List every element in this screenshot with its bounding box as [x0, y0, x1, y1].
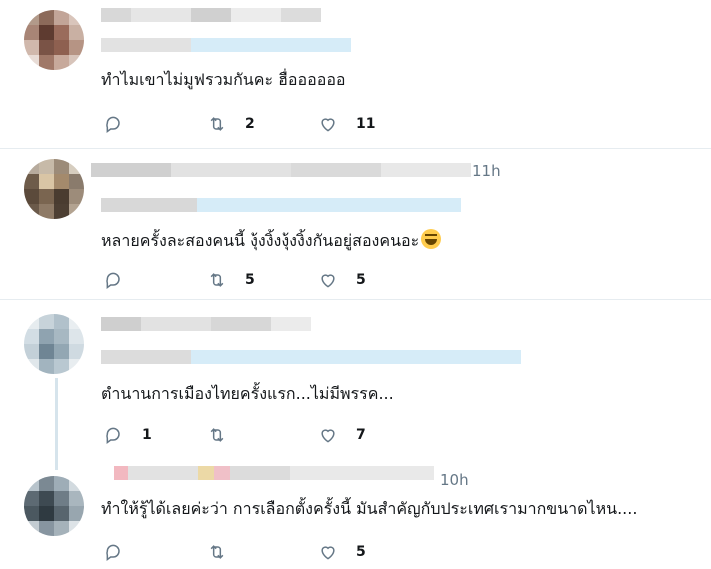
grinning-squinting-face-icon [421, 229, 442, 249]
retweet-button[interactable]: 2 [207, 113, 255, 135]
avatar[interactable] [24, 159, 84, 219]
heart-icon [321, 429, 335, 443]
blurred-username [91, 163, 471, 177]
blurred-username [114, 466, 434, 480]
reply-button[interactable] [104, 541, 124, 563]
like-button[interactable]: 11 [318, 113, 375, 135]
like-button[interactable]: 7 [318, 424, 366, 446]
blurred-reply-to [101, 198, 461, 212]
retweet-icon [210, 428, 224, 442]
heart-icon [321, 274, 335, 288]
retweet-icon [210, 545, 224, 559]
retweet-count: 2 [245, 116, 255, 132]
like-button[interactable]: 5 [318, 269, 366, 291]
tweet-time[interactable]: 10h [440, 471, 469, 489]
tweet-text: ตำนานการเมืองไทยครั้งแรก...ไม่มีพรรค... [101, 384, 394, 403]
reply-icon [106, 544, 120, 561]
like-count: 5 [356, 272, 366, 288]
tweet-1[interactable]: ทำไมเขาไม่มูฟรวมกันคะ ฮื่ออออออ 2 11 [0, 0, 711, 148]
retweet-icon [210, 117, 224, 131]
tweet-2[interactable]: 11h หลายครั้งละสองคนนี้ งุ้งงิ้งงุ้งงิ้ง… [0, 149, 711, 299]
retweet-button[interactable]: 5 [207, 269, 255, 291]
tweet-actions: 1 7 [104, 424, 404, 446]
avatar[interactable] [24, 314, 84, 374]
like-count: 5 [356, 544, 366, 560]
tweet-actions: 5 [104, 541, 404, 563]
like-button[interactable]: 5 [318, 541, 366, 563]
heart-icon [321, 118, 335, 132]
blurred-reply-to [101, 350, 521, 364]
avatar[interactable] [24, 10, 84, 70]
tweet-4[interactable]: 10h ทำให้รู้ได้เลยค่ะว่า การเลือกตั้งครั… [0, 458, 711, 569]
thread-connector [55, 378, 58, 470]
reply-icon [106, 272, 120, 289]
reply-icon [106, 116, 120, 133]
retweet-button[interactable] [207, 424, 227, 446]
reply-icon [106, 427, 120, 444]
tweet-3[interactable]: ตำนานการเมืองไทยครั้งแรก...ไม่มีพรรค... … [0, 300, 711, 470]
tweet-text: หลายครั้งละสองคนนี้ งุ้งงิ้งงุ้งงิ้งกันอ… [101, 229, 442, 251]
like-count: 7 [356, 427, 366, 443]
retweet-button[interactable] [207, 541, 227, 563]
blurred-reply-to [101, 38, 351, 52]
heart-icon [321, 546, 335, 560]
avatar[interactable] [24, 476, 84, 536]
like-count: 11 [356, 116, 376, 132]
tweet-text-content: หลายครั้งละสองคนนี้ งุ้งงิ้งงุ้งงิ้งกันอ… [101, 231, 420, 250]
reply-button[interactable] [104, 269, 124, 291]
tweet-actions: 2 11 [104, 113, 404, 135]
tweet-text: ทำให้รู้ได้เลยค่ะว่า การเลือกตั้งครั้งนี… [101, 499, 638, 518]
reply-button[interactable] [104, 113, 124, 135]
tweet-actions: 5 5 [104, 269, 404, 291]
tweet-text: ทำไมเขาไม่มูฟรวมกันคะ ฮื่ออออออ [101, 70, 346, 89]
blurred-username [101, 8, 321, 22]
retweet-icon [210, 273, 224, 287]
reply-count: 1 [142, 427, 152, 443]
retweet-count: 5 [245, 272, 255, 288]
tweet-time[interactable]: 11h [472, 162, 501, 180]
reply-button[interactable]: 1 [104, 424, 152, 446]
blurred-username [101, 317, 311, 331]
